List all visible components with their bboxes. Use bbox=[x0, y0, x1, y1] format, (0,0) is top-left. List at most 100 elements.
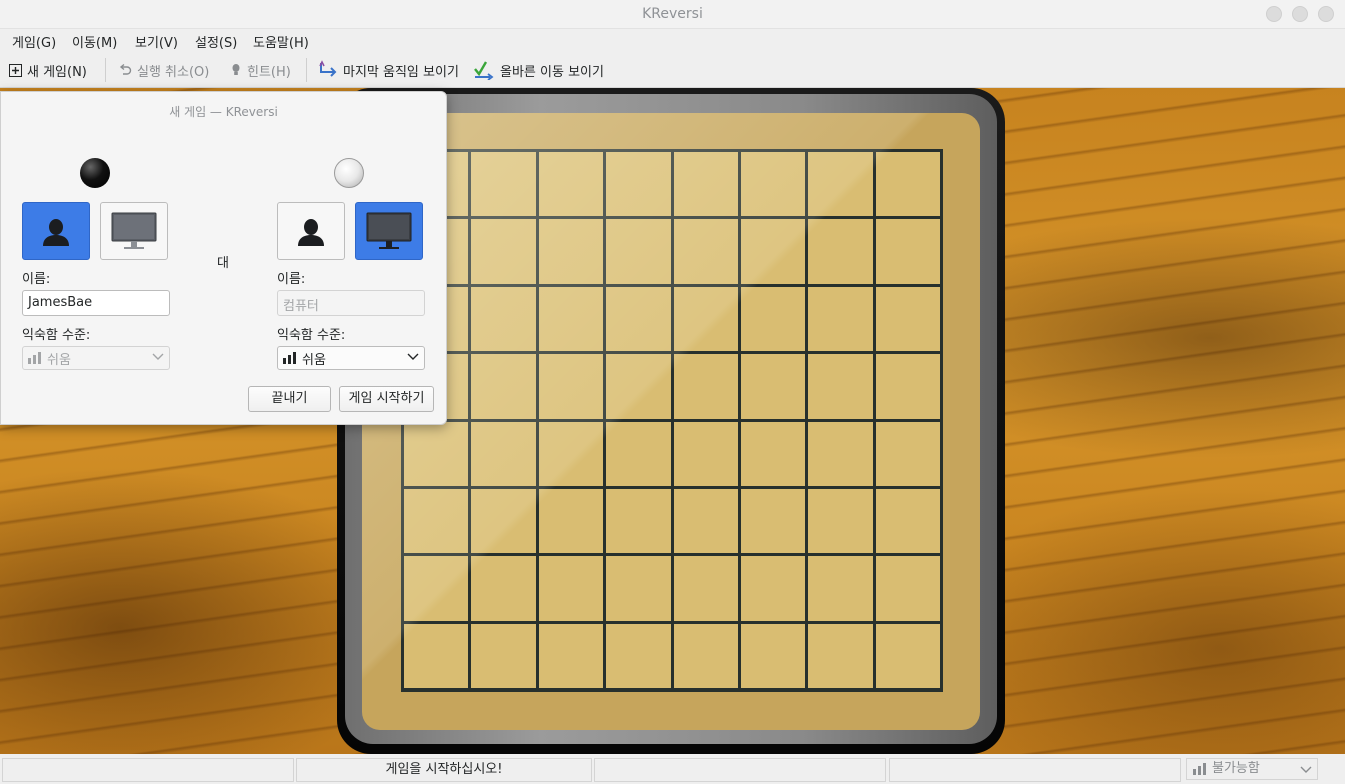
game-board[interactable] bbox=[401, 149, 943, 692]
board-cell[interactable] bbox=[606, 488, 671, 554]
board-cell[interactable] bbox=[740, 354, 806, 419]
close-button[interactable] bbox=[1318, 6, 1334, 22]
player2-skill-select[interactable]: 쉬움 bbox=[277, 346, 425, 370]
skill-bars-icon bbox=[1193, 763, 1206, 775]
board-cell[interactable] bbox=[673, 152, 738, 217]
board-cell[interactable] bbox=[404, 488, 469, 554]
undo-button[interactable]: 실행 취소(O) bbox=[118, 60, 209, 80]
board-cell[interactable] bbox=[538, 421, 604, 486]
board-cell[interactable] bbox=[673, 556, 738, 621]
board-cell[interactable] bbox=[606, 556, 671, 621]
board-cell[interactable] bbox=[808, 354, 873, 419]
board-cell[interactable] bbox=[875, 556, 940, 621]
status-segment bbox=[2, 758, 294, 782]
board-cell[interactable] bbox=[673, 286, 738, 352]
player2-skill-value: 쉬움 bbox=[302, 352, 326, 368]
board-cell[interactable] bbox=[538, 152, 604, 217]
menu-help[interactable]: 도움말(H) bbox=[253, 32, 309, 51]
legal-moves-label: 올바른 이동 보이기 bbox=[500, 64, 604, 80]
player1-human-button[interactable] bbox=[22, 202, 90, 260]
board-cell[interactable] bbox=[740, 219, 806, 284]
dialog-title: 새 게임 — KReversi bbox=[169, 105, 278, 119]
board-cell[interactable] bbox=[471, 421, 536, 486]
board-cell[interactable] bbox=[808, 623, 873, 688]
legal-moves-button[interactable]: 올바른 이동 보이기 bbox=[473, 60, 604, 80]
board-cell[interactable] bbox=[740, 152, 806, 217]
board-cell[interactable] bbox=[673, 219, 738, 284]
board-cell[interactable] bbox=[875, 623, 940, 688]
board-cell[interactable] bbox=[538, 354, 604, 419]
chevron-down-icon bbox=[152, 353, 164, 360]
board-cell[interactable] bbox=[740, 488, 806, 554]
board-cell[interactable] bbox=[673, 354, 738, 419]
board-cell[interactable] bbox=[740, 286, 806, 352]
white-stone-icon bbox=[334, 158, 364, 188]
board-cell[interactable] bbox=[606, 219, 671, 284]
chevron-down-icon bbox=[407, 353, 419, 360]
menu-settings[interactable]: 설정(S) bbox=[195, 32, 237, 51]
board-cell[interactable] bbox=[740, 421, 806, 486]
board-cell[interactable] bbox=[404, 421, 469, 486]
last-move-button[interactable]: 마지막 움직임 보이기 bbox=[318, 60, 459, 80]
player1-skill-select[interactable]: 쉬움 bbox=[22, 346, 170, 370]
player1-skill-label: 익숙함 수준: bbox=[22, 328, 91, 343]
board-cell[interactable] bbox=[606, 286, 671, 352]
board-cell[interactable] bbox=[673, 421, 738, 486]
board-cell[interactable] bbox=[471, 152, 536, 217]
menu-bar: 게임(G) 이동(M) 보기(V) 설정(S) 도움말(H) bbox=[0, 29, 1345, 51]
board-cell[interactable] bbox=[471, 354, 536, 419]
board-cell[interactable] bbox=[538, 488, 604, 554]
board-cell[interactable] bbox=[808, 488, 873, 554]
menu-move[interactable]: 이동(M) bbox=[72, 32, 117, 51]
board-cell[interactable] bbox=[538, 623, 604, 688]
board-cell[interactable] bbox=[808, 556, 873, 621]
new-game-button[interactable]: 새 게임(N) bbox=[9, 60, 87, 80]
board-cell[interactable] bbox=[471, 556, 536, 621]
skill-bars-icon bbox=[28, 352, 41, 364]
board-cell[interactable] bbox=[606, 354, 671, 419]
board-cell[interactable] bbox=[606, 623, 671, 688]
player1-computer-button[interactable] bbox=[100, 202, 168, 260]
board-cell[interactable] bbox=[875, 354, 940, 419]
board-cell[interactable] bbox=[471, 286, 536, 352]
board-cell[interactable] bbox=[673, 623, 738, 688]
player2-computer-button[interactable] bbox=[355, 202, 423, 260]
board-cell[interactable] bbox=[404, 556, 469, 621]
board-cell[interactable] bbox=[808, 286, 873, 352]
menu-view[interactable]: 보기(V) bbox=[135, 32, 178, 51]
board-cell[interactable] bbox=[471, 488, 536, 554]
board-cell[interactable] bbox=[471, 623, 536, 688]
player2-name-label: 이름: bbox=[277, 272, 306, 287]
board-cell[interactable] bbox=[673, 488, 738, 554]
player2-name-field[interactable]: 컴퓨터 bbox=[277, 290, 425, 316]
new-game-label: 새 게임(N) bbox=[27, 64, 87, 80]
difficulty-select[interactable]: 불가능함 bbox=[1186, 758, 1318, 780]
board-cell[interactable] bbox=[808, 219, 873, 284]
undo-icon bbox=[119, 63, 132, 75]
maximize-button[interactable] bbox=[1292, 6, 1308, 22]
hint-button[interactable]: 힌트(H) bbox=[230, 60, 291, 80]
board-cell[interactable] bbox=[875, 286, 940, 352]
player1-name-field[interactable]: JamesBae bbox=[22, 290, 170, 316]
board-cell[interactable] bbox=[875, 152, 940, 217]
minimize-button[interactable] bbox=[1266, 6, 1282, 22]
toolbar-separator bbox=[306, 58, 307, 82]
quit-button[interactable]: 끝내기 bbox=[248, 386, 331, 412]
start-game-button[interactable]: 게임 시작하기 bbox=[339, 386, 434, 412]
board-cell[interactable] bbox=[538, 556, 604, 621]
menu-game[interactable]: 게임(G) bbox=[12, 32, 56, 51]
board-cell[interactable] bbox=[875, 421, 940, 486]
board-cell[interactable] bbox=[808, 152, 873, 217]
board-cell[interactable] bbox=[606, 421, 671, 486]
board-cell[interactable] bbox=[875, 219, 940, 284]
board-cell[interactable] bbox=[808, 421, 873, 486]
board-cell[interactable] bbox=[404, 623, 469, 688]
board-cell[interactable] bbox=[740, 623, 806, 688]
player2-human-button[interactable] bbox=[277, 202, 345, 260]
board-cell[interactable] bbox=[538, 219, 604, 284]
board-cell[interactable] bbox=[538, 286, 604, 352]
board-cell[interactable] bbox=[875, 488, 940, 554]
board-cell[interactable] bbox=[471, 219, 536, 284]
board-cell[interactable] bbox=[740, 556, 806, 621]
board-cell[interactable] bbox=[606, 152, 671, 217]
